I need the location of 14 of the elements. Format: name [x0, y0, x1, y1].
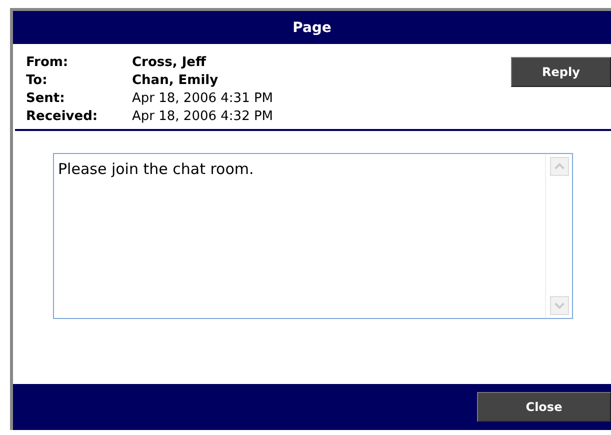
scroll-up-icon[interactable]	[550, 157, 568, 176]
field-label: To:	[26, 72, 48, 90]
field-label: From:	[26, 54, 70, 72]
field-value: Apr 18, 2006 4:32 PM	[132, 108, 274, 126]
field-value: Chan, Emily	[132, 72, 218, 90]
message-box[interactable]: Please join the chat room.	[53, 153, 573, 319]
field-label: Received:	[26, 108, 99, 126]
window-title: Page	[292, 20, 332, 36]
field-label: Sent:	[26, 90, 66, 108]
scroll-down-icon[interactable]	[550, 296, 568, 315]
field-value: Apr 18, 2006 4:31 PM	[132, 90, 274, 108]
close-button[interactable]: Close	[477, 392, 611, 422]
field-value: Cross, Jeff	[132, 54, 206, 72]
reply-button[interactable]: Reply	[511, 57, 611, 87]
